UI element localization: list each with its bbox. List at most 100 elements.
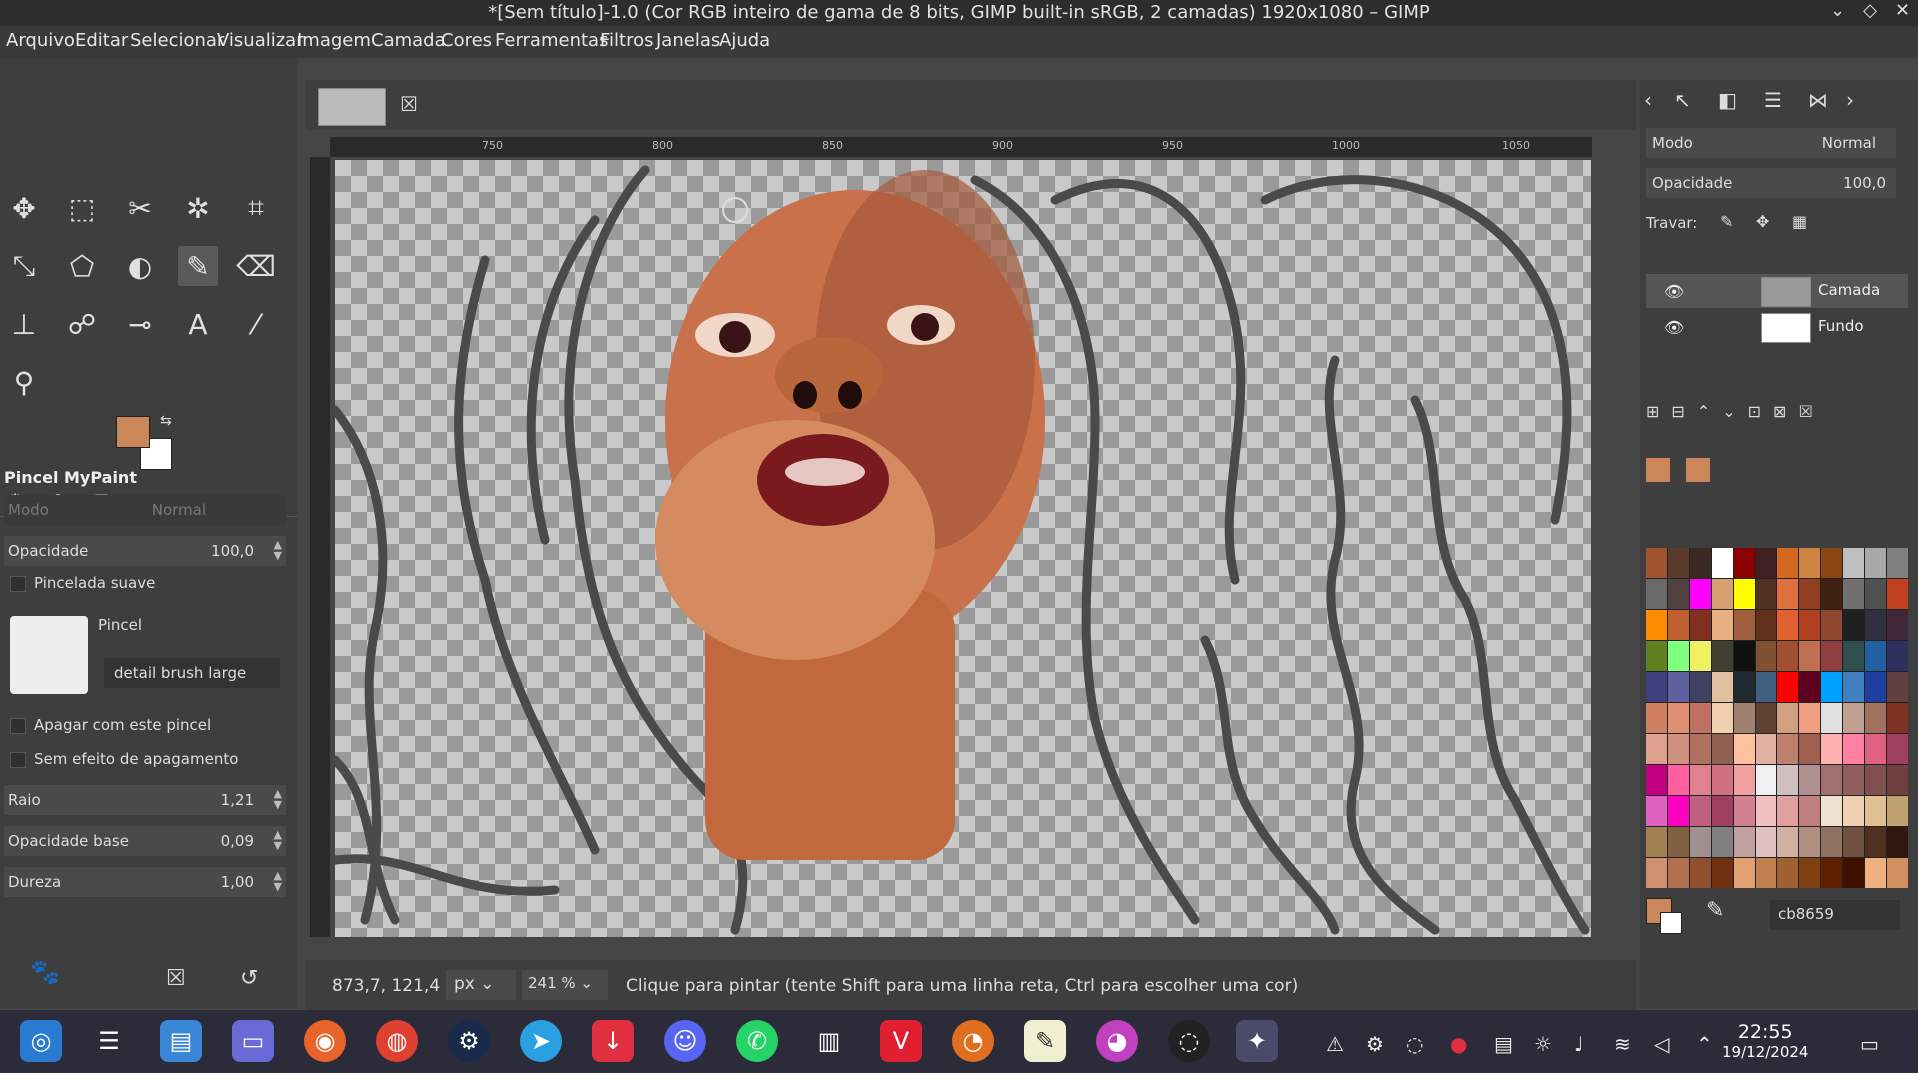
notes-icon[interactable]: ✎ [1024,1020,1066,1062]
palette-swatch[interactable] [1821,548,1843,578]
palette-swatch[interactable] [1733,641,1755,671]
paths-tab-icon[interactable]: ⋈ [1808,88,1828,112]
palette-swatch[interactable] [1689,827,1711,857]
palette-swatch[interactable] [1887,858,1908,888]
palette-swatch[interactable] [1733,548,1755,578]
color-picker-icon[interactable]: ✎ [1706,898,1724,923]
palette-swatch[interactable] [1799,672,1821,702]
palette-swatch[interactable] [1711,610,1733,640]
spin-arrows-icon[interactable]: ▲ ▼ [274,870,282,892]
palette-swatch[interactable] [1843,579,1865,609]
palette-swatch[interactable] [1843,641,1865,671]
palette-swatch[interactable] [1777,734,1799,764]
palette-swatch[interactable] [1667,641,1689,671]
palette-swatch[interactable] [1711,858,1733,888]
menu-janelas[interactable]: Janelas [656,30,720,51]
palette-swatch[interactable] [1755,672,1777,702]
image-thumbnail-tab[interactable] [318,88,386,126]
palette-swatch[interactable] [1755,796,1777,826]
visibility-eye-icon[interactable]: 👁 [1664,318,1684,337]
palette-swatch[interactable] [1646,858,1667,888]
erase-with-brush-checkbox[interactable] [10,718,26,734]
palette-swatch[interactable] [1843,765,1865,795]
hardness-slider[interactable]: Dureza 1,00 ▲ ▼ [4,867,286,897]
unit-select[interactable]: px ⌄ [446,970,516,1000]
menu-camada[interactable]: Camada [371,30,446,51]
palette-swatch[interactable] [1843,796,1865,826]
palette-swatch[interactable] [1711,672,1733,702]
palette-swatch[interactable] [1821,672,1843,702]
chevron-up-icon[interactable]: ⌃ [1696,1032,1713,1056]
layer-opacity-slider[interactable]: Opacidade 100,0 [1646,168,1896,198]
palette-swatch[interactable] [1689,579,1711,609]
menu-ferramentas[interactable]: Ferramentas [495,30,608,51]
chrome-icon[interactable]: ◍ [376,1020,418,1062]
layer-row[interactable]: 👁 Camada [1646,274,1908,308]
menu-arquivo[interactable]: Arquivo [6,30,75,51]
visibility-eye-icon[interactable]: 👁 [1664,282,1684,301]
record-icon[interactable]: ● [1450,1032,1467,1056]
palette-swatch[interactable] [1667,548,1689,578]
palette-swatch[interactable] [1711,827,1733,857]
palette-swatch[interactable] [1799,641,1821,671]
palette-swatch[interactable] [1689,858,1711,888]
radius-slider[interactable]: Raio 1,21 ▲ ▼ [4,785,286,815]
opacity-slider[interactable]: Opacidade 100,0 ▲ ▼ [4,536,286,566]
palette-swatch[interactable] [1646,765,1667,795]
move-tool-icon[interactable]: ✥ [4,188,44,228]
color-picker-tool-icon[interactable]: ⁄ [236,304,276,344]
menu-filtros[interactable]: Filtros [600,30,654,51]
palette-swatch[interactable] [1755,610,1777,640]
brush-preview[interactable] [10,616,88,694]
palette-swatch[interactable] [1667,734,1689,764]
menu-ajuda[interactable]: Ajuda [719,30,770,51]
palette-swatch[interactable] [1821,610,1843,640]
maximize-icon[interactable]: ◇ [1863,0,1877,21]
spin-arrows-icon[interactable]: ▲ ▼ [274,788,282,810]
channels-tab-icon[interactable]: ☰ [1764,88,1782,112]
palette-swatch[interactable] [1689,765,1711,795]
show-desktop-icon[interactable]: ▭ [1860,1032,1879,1056]
palette-swatch[interactable] [1733,672,1755,702]
palette-swatch[interactable] [1799,796,1821,826]
palette-swatch[interactable] [1733,579,1755,609]
paths-tool-icon[interactable]: ⊸ [120,304,160,344]
mypaint-brush-tool-icon[interactable]: ✎ [178,246,218,286]
palette-swatch[interactable] [1777,672,1799,702]
palette-swatch[interactable] [1843,827,1865,857]
file-manager-icon[interactable]: ▭ [232,1020,274,1062]
menu-imagem[interactable]: Imagem [297,30,371,51]
palette-swatch[interactable] [1821,734,1843,764]
palette-swatch[interactable] [1733,796,1755,826]
brightness-icon[interactable]: ☼ [1534,1032,1552,1056]
wifi-icon[interactable]: ≋ [1614,1032,1631,1056]
steam-tray-icon[interactable]: ⚙ [1366,1032,1384,1056]
palette-swatch[interactable] [1755,579,1777,609]
palette-swatch[interactable] [1667,827,1689,857]
chevron-right-icon[interactable]: › [1846,88,1854,112]
palette-swatch[interactable] [1755,548,1777,578]
palette-swatch[interactable] [1689,641,1711,671]
palette-swatch[interactable] [1821,796,1843,826]
clone-tool-icon[interactable]: ⊥ [4,304,44,344]
fuzzy-select-tool-icon[interactable]: ✲ [178,188,218,228]
color-app-icon[interactable]: ◕ [1096,1020,1138,1062]
palette-swatch[interactable] [1843,858,1865,888]
obs-tray-icon[interactable]: ◌ [1406,1032,1423,1056]
delete-icon[interactable]: ☒ [166,966,186,991]
palette-swatch[interactable] [1646,703,1667,733]
palette-swatch[interactable] [1711,734,1733,764]
palette-swatch[interactable] [1711,641,1733,671]
color-palette-grid[interactable] [1646,548,1908,888]
palette-swatch[interactable] [1733,703,1755,733]
palette-swatch[interactable] [1777,610,1799,640]
palette-swatch[interactable] [1711,796,1733,826]
discord-icon[interactable]: ☺ [664,1020,706,1062]
foreground-color-swatch[interactable] [116,416,150,448]
palette-swatch[interactable] [1689,703,1711,733]
menu-editar[interactable]: Editar [75,30,128,51]
palette-swatch[interactable] [1755,858,1777,888]
palette-swatch[interactable] [1733,734,1755,764]
brush-name-field[interactable]: detail brush large [104,658,280,688]
palette-swatch[interactable] [1799,610,1821,640]
